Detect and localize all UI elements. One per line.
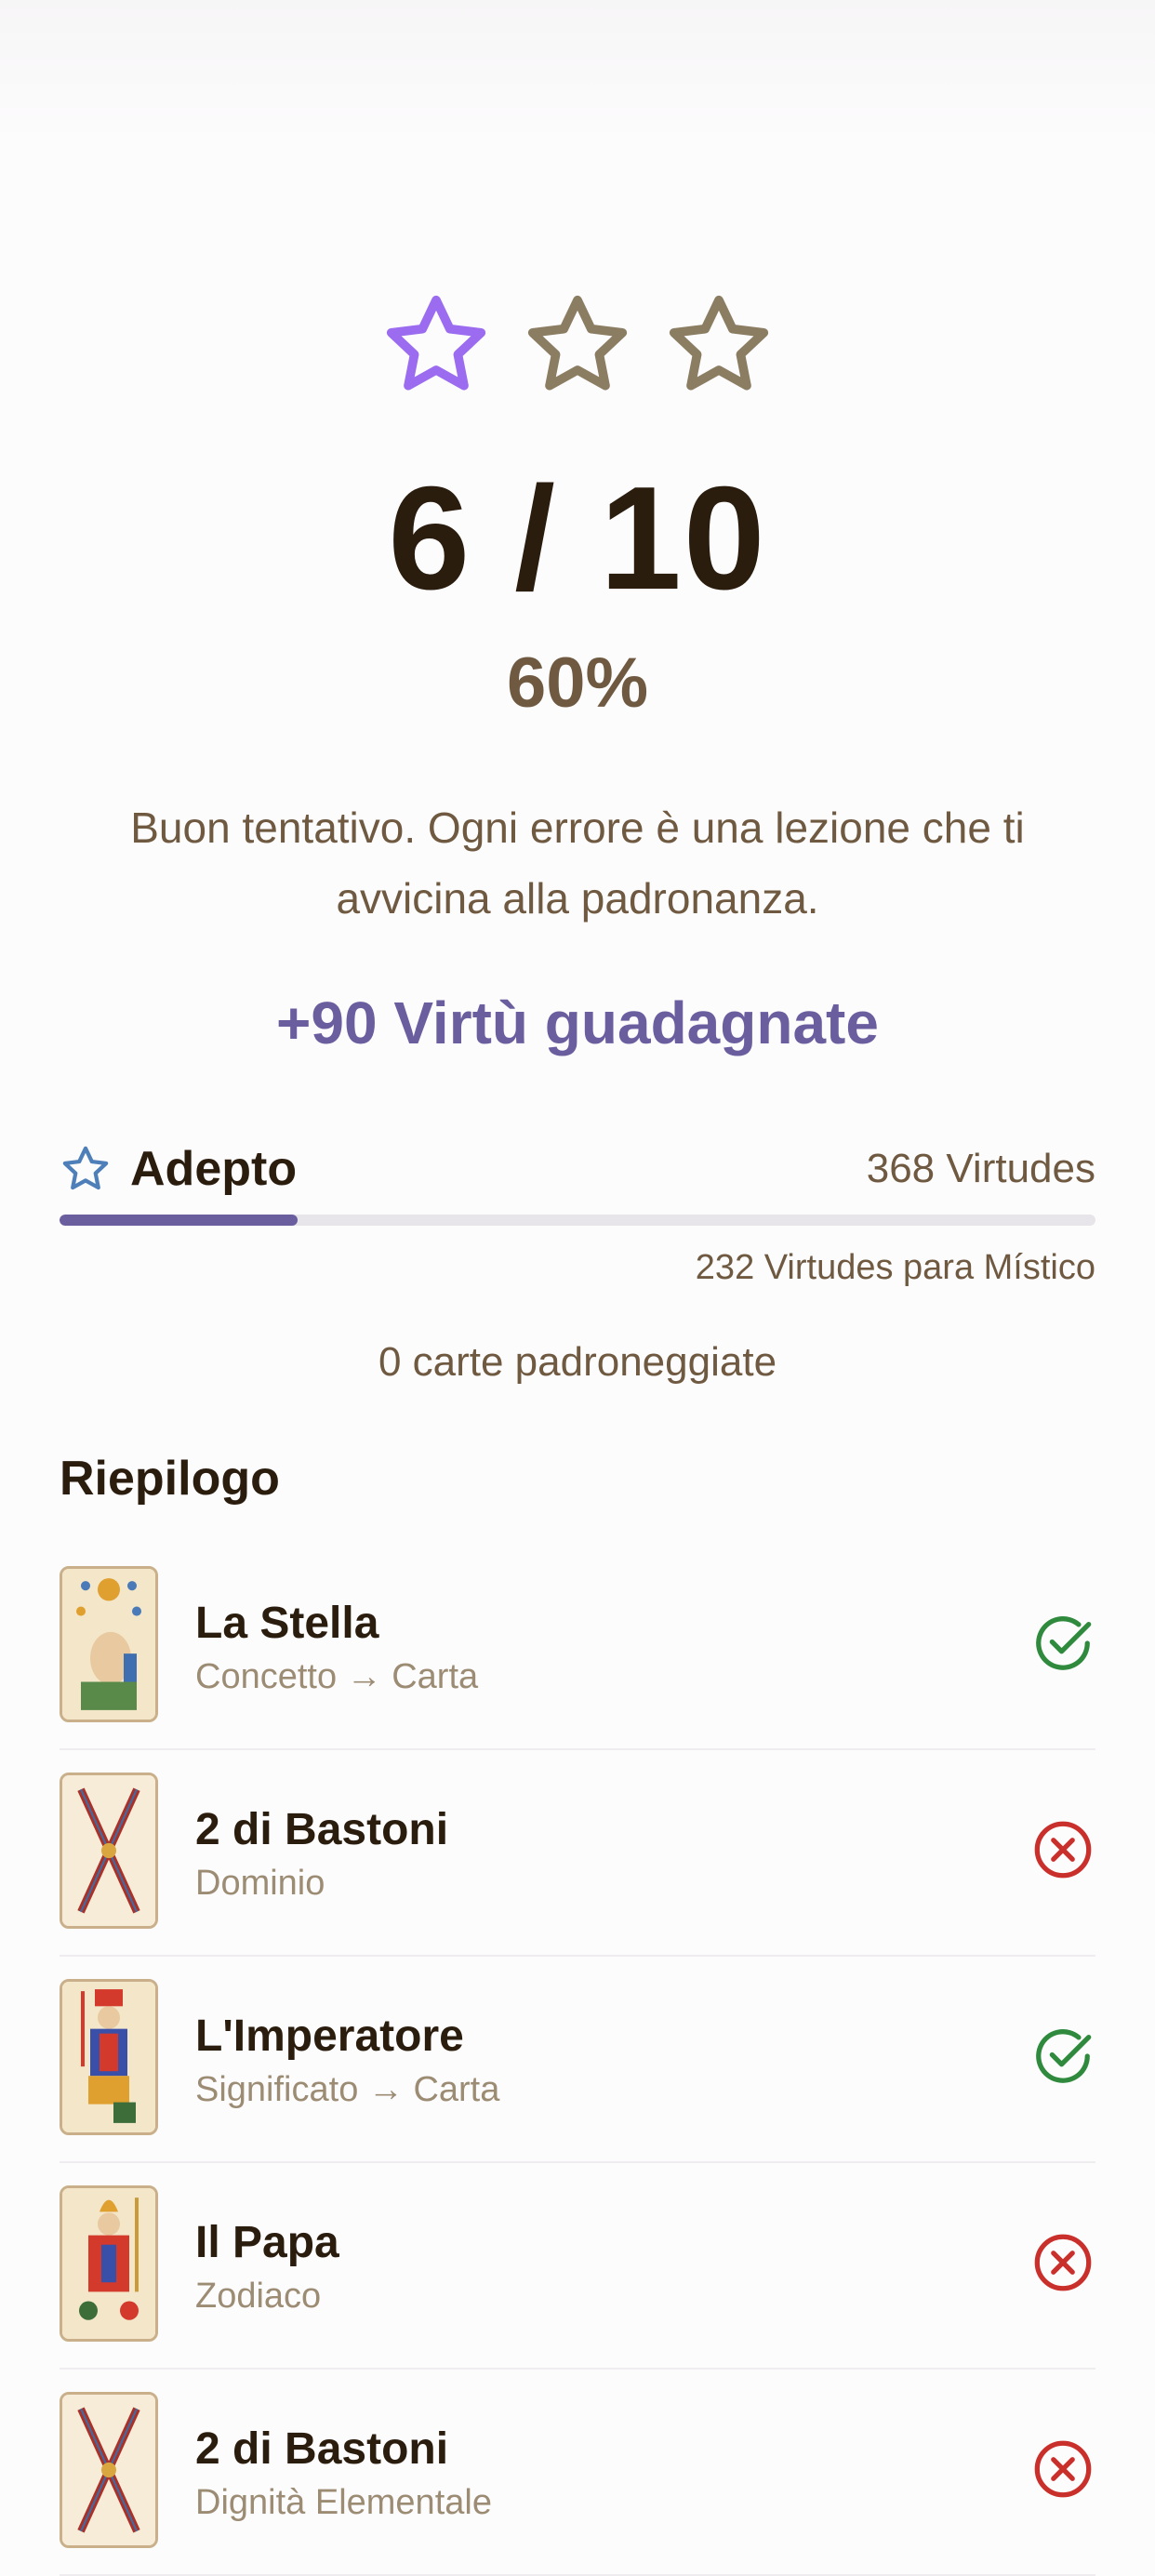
x-circle-icon [1030,2437,1095,2502]
level-name: Adepto [130,1142,298,1196]
x-circle-icon [1030,2230,1095,2295]
card-name: La Stella [195,1599,379,1648]
summary-row[interactable]: La Stella Concetto → Carta [60,1544,1095,1750]
star-icon [379,288,493,402]
star-outline-icon [60,1143,112,1195]
question-type: Dignità Elementale [195,2483,492,2522]
batons-card-thumbnail [60,1773,158,1929]
status-bar [0,0,1155,149]
level-row: Adepto 368 Virtudes [60,1136,1095,1202]
star-rating [0,288,1155,402]
card-name: Il Papa [195,2218,339,2267]
star-icon [521,288,634,402]
question-type: Dominio [195,1864,325,1903]
summary-title: Riepilogo [60,1452,280,1506]
virtues-earned: +90 Virtù guadagnate [276,989,879,1056]
level-progress-fill [60,1215,299,1226]
star-icon [662,288,776,402]
batons-card-thumbnail [60,2392,158,2548]
result-message: Buon tentativo. Ogni errore è una lezion… [130,803,1025,923]
summary-list: La Stella Concetto → Carta 2 di Bastoni … [60,1544,1095,2576]
x-circle-icon [1030,1817,1095,1882]
summary-row[interactable]: 2 di Bastoni Dignità Elementale [60,2370,1095,2576]
check-circle-icon [1030,1611,1095,1676]
summary-row[interactable]: L'Imperatore Significato → Carta [60,1957,1095,2163]
emperor-card-thumbnail [60,1979,158,2135]
card-name: 2 di Bastoni [195,1805,449,1854]
mastered-cards: 0 carte padroneggiate [378,1339,777,1385]
pope-card-thumbnail [60,2185,158,2342]
level-progress-bar [60,1215,1095,1226]
summary-row[interactable]: Il Papa Zodiaco [60,2163,1095,2370]
question-type: Concetto → Carta [195,1657,479,1696]
score: 6 / 10 [388,457,767,620]
question-type: Zodiaco [195,2277,322,2316]
summary-row[interactable]: 2 di Bastoni Dominio [60,1750,1095,1957]
question-type: Significato → Carta [195,2070,500,2109]
card-name: L'Imperatore [195,2012,464,2061]
level-virtues: 368 Virtudes [866,1146,1095,1191]
score-percent: 60% [506,644,649,723]
check-circle-icon [1030,2024,1095,2089]
star-card-thumbnail [60,1566,158,1722]
card-name: 2 di Bastoni [195,2424,449,2474]
next-level-text: 232 Virtudes para Místico [695,1248,1095,1287]
